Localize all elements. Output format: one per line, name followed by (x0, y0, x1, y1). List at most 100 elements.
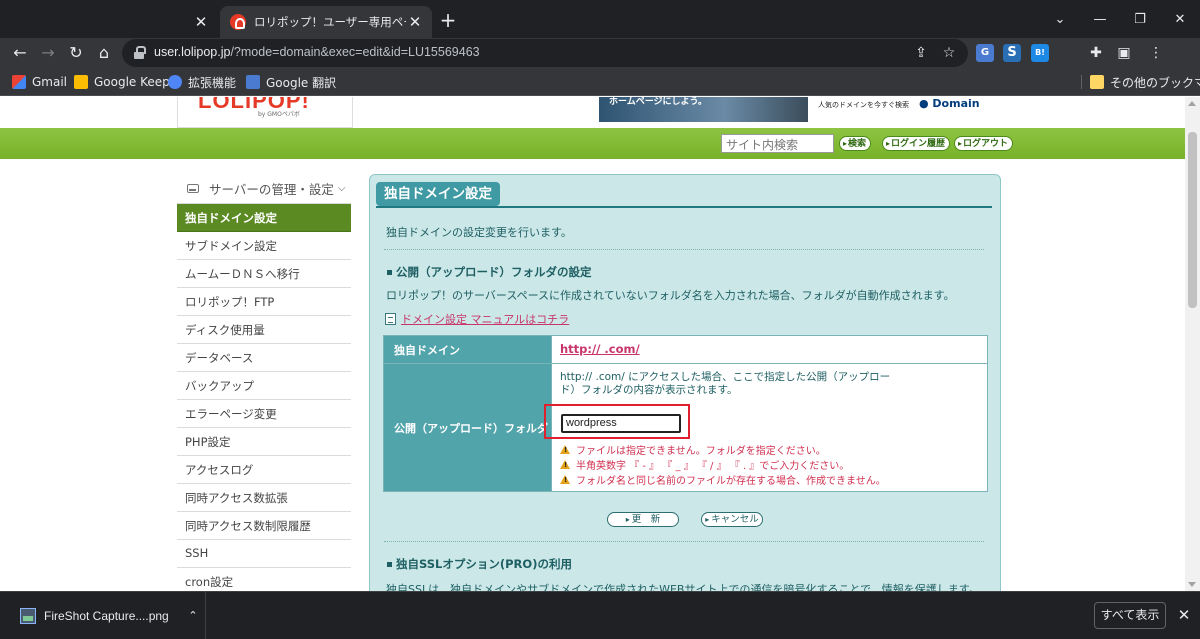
close-icon[interactable]: ✕ (1174, 605, 1194, 625)
scroll-thumb[interactable] (1188, 132, 1197, 308)
bookmarks-bar: Gmail Google Keep 拡張機能 Google 翻訳 その他のブック… (0, 68, 1200, 96)
sidebar-item-ftp[interactable]: ロリポップ！FTP (177, 288, 351, 316)
ad-banner[interactable]: ホームページにしよう。 人気のドメインを今すぐ検索 ● Domain (599, 97, 1009, 122)
folder-note-line2: ド）フォルダの内容が表示されます。 (560, 384, 738, 396)
address-bar[interactable]: user.lolipop.jp/?mode=domain&exec=edit&i… (122, 39, 968, 67)
forward-icon[interactable]: → (36, 41, 60, 65)
row-label-domain: 独自ドメイン (384, 336, 552, 363)
url-text: user.lolipop.jp/?mode=domain&exec=edit&i… (154, 45, 480, 59)
sidebar-header[interactable]: サーバーの管理・設定 ⌵ (177, 174, 351, 204)
cancel-button[interactable]: キャンセル (701, 512, 763, 527)
sidebar-item-concurrent-expand[interactable]: 同時アクセス数拡張 (177, 484, 351, 512)
tab-search-icon[interactable]: ⌄ (1040, 0, 1080, 38)
bookmark-other-folder[interactable]: その他のブックマーク (1090, 73, 1200, 91)
section-text-folder: ロリポップ！のサーバースペースに作成されていないフォルダ名を入力された場合、フォ… (386, 289, 955, 302)
chevron-down-icon: ⌵ (337, 183, 346, 194)
show-all-button[interactable]: すべて表示 (1094, 602, 1166, 629)
sidebar-item-backup[interactable]: バックアップ (177, 372, 351, 400)
bookmark-gmail[interactable]: Gmail (12, 73, 67, 91)
domain-link[interactable]: http:// .com/ (560, 342, 640, 356)
minimize-icon[interactable]: — (1080, 0, 1120, 38)
hatena-bookmark-extension-icon[interactable]: B! (1031, 44, 1049, 62)
restore-icon[interactable]: ❐ (1120, 0, 1160, 38)
sidebar-item-custom-domain[interactable]: 独自ドメイン設定 (177, 204, 351, 232)
sidebar-item-concurrent-history[interactable]: 同時アクセス数制限履歴 (177, 512, 351, 540)
warning-icon (560, 445, 570, 454)
bookmark-label: Google 翻訳 (266, 75, 337, 90)
sidebar-item-php[interactable]: PHP設定 (177, 428, 351, 456)
site-header: LOLIPOP! by GMOペパボ ホームページにしよう。 人気のドメインを今… (0, 97, 1185, 128)
login-history-button[interactable]: ログイン履歴 (882, 136, 951, 151)
scroll-up-arrow-icon[interactable] (1188, 101, 1196, 106)
sidebar-item-ssh[interactable]: SSH (177, 540, 351, 568)
close-icon[interactable]: ✕ (406, 13, 424, 31)
sidebar-item-database[interactable]: データベース (177, 344, 351, 372)
extensions-puzzle-icon[interactable]: ✚ (1085, 42, 1107, 64)
downloads-bar: FireShot Capture....png ⌃ すべて表示 ✕ (0, 591, 1200, 639)
reload-icon[interactable]: ↻ (64, 41, 88, 65)
window-close-icon[interactable]: ✕ (1160, 0, 1200, 38)
download-item[interactable]: FireShot Capture....png ⌃ (10, 592, 206, 639)
share-icon[interactable]: ⇪ (912, 44, 930, 62)
menu-icon[interactable]: ⋮ (1145, 42, 1167, 64)
lolipop-logo[interactable]: LOLIPOP! by GMOペパボ (177, 97, 353, 128)
translate-extension-icon[interactable]: G (976, 44, 994, 62)
s-extension-icon[interactable]: S (1003, 44, 1021, 62)
bookmark-google-translate[interactable]: Google 翻訳 (246, 73, 336, 91)
bookmark-label: その他のブックマーク (1110, 75, 1200, 90)
tab-active[interactable]: ロリポップ！ユーザー専用ページ - 独自 ✕ (220, 6, 432, 38)
sidebar-item-error-page[interactable]: エラーページ変更 (177, 400, 351, 428)
sidebar-item-cron[interactable]: cron設定 (177, 568, 351, 591)
folder-note-line1: http:// .com/ にアクセスした場合、ここで指定した公開（アップロー (560, 371, 891, 383)
logout-button[interactable]: ログアウト (954, 136, 1014, 151)
bookmark-star-icon[interactable]: ☆ (940, 44, 958, 62)
row-label-folder: 公開（アップロード）フォルダ (384, 364, 552, 491)
page-scrollbar[interactable] (1185, 97, 1200, 591)
table-row: 独自ドメイン http:// .com/ (384, 336, 987, 364)
new-tab-icon[interactable]: + (437, 9, 459, 31)
side-panel-icon[interactable]: ▣ (1113, 42, 1135, 64)
panel-title-bar: 独自ドメイン設定 (376, 180, 992, 208)
sidebar-item-disk-usage[interactable]: ディスク使用量 (177, 316, 351, 344)
lolipop-favicon-icon (230, 14, 246, 30)
server-icon (187, 184, 199, 193)
bookmark-google-keep[interactable]: Google Keep (74, 73, 170, 91)
google-translate-icon (246, 75, 260, 89)
section-heading-ssl: 独自SSLオプション(PRO)の利用 (387, 556, 572, 572)
close-icon[interactable]: ✕ (192, 13, 210, 31)
bookmark-label: Google Keep (94, 75, 170, 89)
warning-icon (560, 475, 570, 484)
back-icon[interactable]: ← (8, 41, 32, 65)
divider (384, 541, 984, 542)
banner-right: 人気のドメインを今すぐ検索 ● Domain (808, 97, 1009, 122)
sidebar-item-subdomain[interactable]: サブドメイン設定 (177, 232, 351, 260)
row-value-domain: http:// .com/ (552, 336, 987, 363)
sidebar-item-muumuu-dns[interactable]: ムームーＤＮＳへ移行 (177, 260, 351, 288)
scroll-down-arrow-icon[interactable] (1188, 582, 1196, 587)
divider (384, 249, 984, 250)
lock-icon[interactable] (134, 46, 146, 59)
home-icon[interactable]: ⌂ (92, 41, 116, 65)
warning-icon (560, 460, 570, 469)
chevron-up-icon[interactable]: ⌃ (181, 609, 205, 622)
section-text-ssl: 独自SSLは、独自ドメインやサブドメインで作成されたWEBサイト上での通信を暗号… (386, 583, 980, 591)
page-viewport: LOLIPOP! by GMOペパボ ホームページにしよう。 人気のドメインを今… (0, 97, 1185, 591)
sidebar-item-access-log[interactable]: アクセスログ (177, 456, 351, 484)
upload-folder-input[interactable]: wordpress (561, 414, 681, 433)
update-button[interactable]: 更 新 (607, 512, 679, 527)
bookmarks-divider (1081, 75, 1082, 89)
domain-form-table: 独自ドメイン http:// .com/ 公開（アップロード）フォルダ http… (383, 335, 988, 492)
warning-message: ファイルは指定できません。フォルダを指定ください。 (560, 442, 826, 457)
image-file-icon (20, 607, 36, 624)
manual-link[interactable]: ドメイン設定 マニュアルはコチラ (385, 311, 569, 327)
gmail-icon (12, 75, 26, 89)
page-description: 独自ドメインの設定変更を行います。 (386, 226, 572, 239)
site-search-input[interactable]: サイト内検索 (721, 134, 834, 153)
search-button[interactable]: 検索 (839, 136, 872, 151)
bookmark-extensions[interactable]: 拡張機能 (168, 73, 236, 91)
puzzle-icon (168, 75, 182, 89)
tab-inactive[interactable]: ✕ (8, 6, 218, 38)
google-keep-icon (74, 75, 88, 89)
window-controls: ⌄ — ❐ ✕ (1040, 0, 1200, 38)
bookmark-label: 拡張機能 (188, 75, 237, 90)
